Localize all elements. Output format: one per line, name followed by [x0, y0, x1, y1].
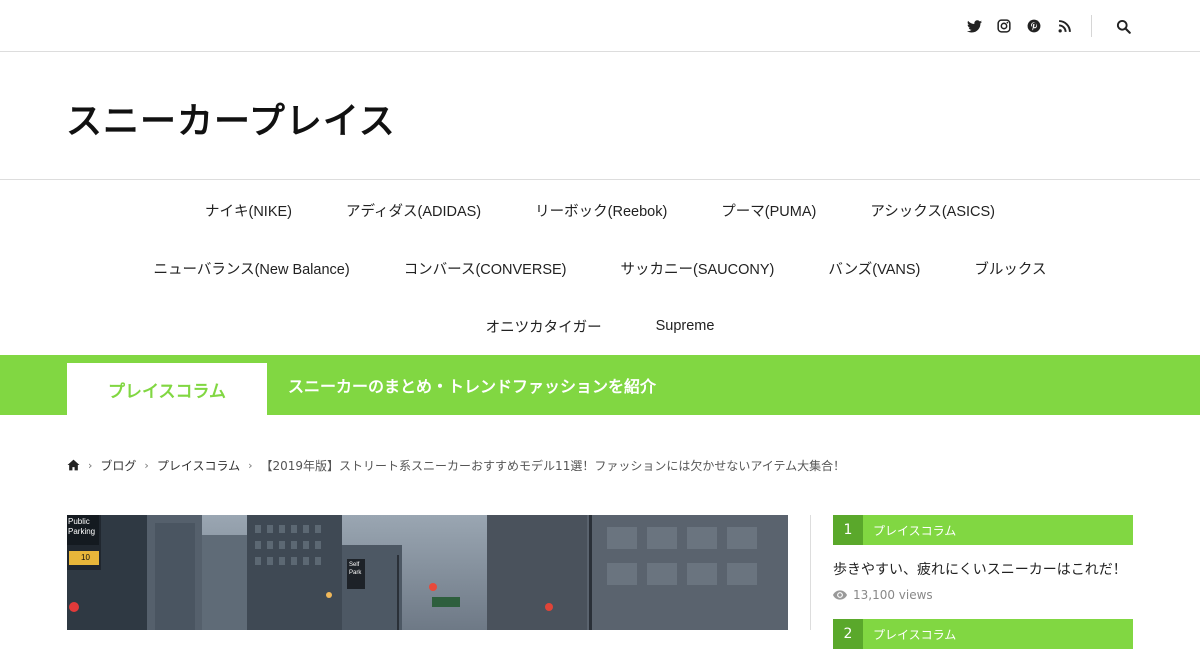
ranking-header: 1 プレイスコラム	[833, 515, 1133, 545]
site-logo[interactable]: スニーカープレイス	[66, 92, 396, 144]
social-icons	[955, 14, 1134, 38]
nav-item-converse[interactable]: コンバース(CONVERSE)	[404, 258, 567, 279]
chevron-right-icon: ›	[144, 458, 149, 472]
icon-separator	[1091, 15, 1092, 37]
nav-row: ナイキ(NIKE) アディダス(ADIDAS) リーボック(Reebok) プー…	[0, 181, 1200, 239]
site-header: スニーカープレイス	[0, 52, 1200, 180]
breadcrumb-blog[interactable]: ブログ	[100, 457, 136, 474]
category-title: プレイスコラム	[67, 363, 267, 415]
street-scene-illustration	[67, 515, 788, 630]
hero-sign-number: 10	[81, 553, 90, 562]
article-hero-image[interactable]: Public Parking 10 Self Park	[67, 515, 788, 630]
ranking-number: 1	[833, 515, 863, 545]
global-nav: ナイキ(NIKE) アディダス(ADIDAS) リーボック(Reebok) プー…	[0, 181, 1200, 355]
category-header: プレイスコラム スニーカーのまとめ・トレンドファッションを紹介	[0, 355, 1200, 415]
nav-item-vans[interactable]: バンズ(VANS)	[828, 258, 920, 279]
ranking-title[interactable]: 歩きやすい、疲れにくいスニーカーはこれだ！	[833, 559, 1133, 579]
breadcrumb-current: 【2019年版】ストリート系スニーカーおすすめモデル11選！ファッションには欠か…	[260, 458, 846, 473]
ranking-views: 13,100 views	[833, 588, 1133, 602]
ranking-number: 2	[833, 619, 863, 649]
instagram-icon[interactable]	[993, 15, 1015, 37]
breadcrumb-category[interactable]: プレイスコラム	[157, 457, 240, 474]
ranking-item: 2 プレイスコラム	[833, 619, 1133, 649]
category-description: スニーカーのまとめ・トレンドファッションを紹介	[288, 377, 657, 396]
eye-icon	[833, 590, 847, 600]
ranking-item: 1 プレイスコラム 歩きやすい、疲れにくいスニーカーはこれだ！ 13,100 v…	[833, 515, 1133, 602]
nav-item-puma[interactable]: プーマ(PUMA)	[721, 200, 816, 221]
nav-row: ニューバランス(New Balance) コンバース(CONVERSE) サッカ…	[0, 239, 1200, 297]
ranking-header: 2 プレイスコラム	[833, 619, 1133, 649]
nav-item-adidas[interactable]: アディダス(ADIDAS)	[346, 200, 481, 221]
ranking-category[interactable]: プレイスコラム	[873, 626, 956, 643]
pinterest-icon[interactable]	[1023, 15, 1045, 37]
nav-item-onitsuka-tiger[interactable]: オニツカタイガー	[486, 316, 602, 337]
hero-sign-public: Public	[68, 517, 90, 526]
top-bar	[0, 0, 1200, 52]
twitter-icon[interactable]	[963, 15, 985, 37]
hero-sign-parking: Parking	[68, 527, 96, 536]
hero-sign-park: Park	[349, 570, 362, 576]
nav-item-supreme[interactable]: Supreme	[656, 318, 715, 334]
chevron-right-icon: ›	[248, 458, 253, 472]
nav-row: オニツカタイガー Supreme	[0, 297, 1200, 355]
home-icon[interactable]	[67, 459, 80, 471]
breadcrumb: › ブログ › プレイスコラム › 【2019年版】ストリート系スニーカーおすす…	[67, 457, 845, 473]
ranking-category[interactable]: プレイスコラム	[873, 522, 956, 539]
chevron-right-icon: ›	[88, 458, 93, 472]
search-icon[interactable]	[1112, 15, 1134, 37]
nav-item-reebok[interactable]: リーボック(Reebok)	[535, 200, 667, 221]
sidebar-divider	[810, 515, 811, 630]
hero-sign-self: Self	[349, 562, 360, 568]
nav-item-new-balance[interactable]: ニューバランス(New Balance)	[154, 258, 350, 279]
nav-item-nike[interactable]: ナイキ(NIKE)	[205, 200, 292, 221]
nav-item-saucony[interactable]: サッカニー(SAUCONY)	[621, 258, 775, 279]
rss-icon[interactable]	[1053, 15, 1075, 37]
views-count: 13,100 views	[853, 588, 933, 602]
nav-item-asics[interactable]: アシックス(ASICS)	[870, 200, 995, 221]
nav-item-brooks[interactable]: ブルックス	[974, 258, 1046, 279]
